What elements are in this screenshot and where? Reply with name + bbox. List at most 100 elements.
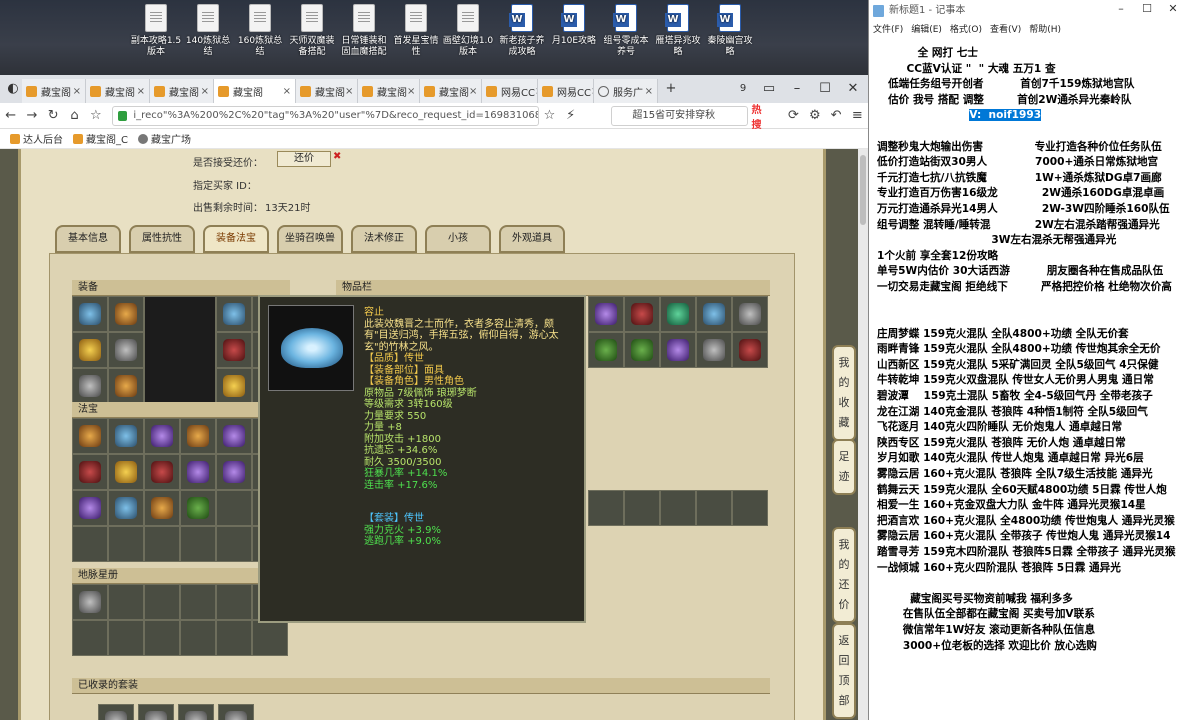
inventory-slot[interactable] [732,490,768,526]
fabao-slot[interactable] [108,490,144,526]
equip-slot[interactable] [108,332,144,368]
back-to-top-button[interactable]: 返回顶部 [832,623,856,719]
sync-icon[interactable]: ⟳ [783,108,804,123]
set-slot[interactable] [138,704,174,720]
fabao-slot[interactable] [180,418,216,454]
fabao-slot[interactable] [180,454,216,490]
desktop-icon[interactable]: 副本攻略1.5版本 [130,4,182,58]
fabao-slot[interactable] [144,454,180,490]
fabao-slot[interactable] [108,418,144,454]
tab-attributes[interactable]: 属性抗性 [129,225,195,253]
fabao-slot[interactable] [72,526,108,562]
desktop-icon[interactable]: 雁塔异兆攻略 [652,4,704,58]
fabao-slot[interactable] [72,454,108,490]
browser-tab[interactable]: 藏宝阁 × [150,79,214,103]
menu-edit[interactable]: 编辑(E) [911,22,942,36]
desktop-icon[interactable]: 140炼狱总结 [182,4,234,58]
tab-basic-info[interactable]: 基本信息 [55,225,121,253]
equip-slot[interactable] [72,296,108,332]
browser-tab[interactable]: 藏宝阁 × [296,79,358,103]
close-icon[interactable]: ✖ [333,151,341,162]
dimai-slot[interactable] [216,620,252,656]
inventory-slot[interactable] [588,332,624,368]
inventory-slot[interactable] [696,296,732,332]
set-slot[interactable] [98,704,134,720]
menu-format[interactable]: 格式(O) [950,22,982,36]
fabao-slot[interactable] [144,490,180,526]
browser-tab[interactable]: 藏宝阁 × [420,79,482,103]
fabao-slot[interactable] [72,418,108,454]
notepad-text-area[interactable]: 全 网打 七士 CC蓝V认证 " " 大魂 五万1 查 低端任务组号开创者 首创… [877,46,1183,654]
menu-icon[interactable]: ≡ [847,108,868,123]
tab-equipment[interactable]: 装备法宝 [203,225,269,253]
close-icon[interactable]: × [201,86,209,97]
desktop-icon[interactable]: 月10E攻略 [548,4,600,47]
dimai-slot[interactable] [108,584,144,620]
fabao-slot[interactable] [216,418,252,454]
tab-appearance[interactable]: 外观道具 [499,225,565,253]
menu-file[interactable]: 文件(F) [873,22,903,36]
minimize-icon[interactable]: – [1109,2,1133,15]
close-icon[interactable]: × [137,86,145,97]
desktop-icon[interactable]: 组号零成本养号 [600,4,652,58]
set-slot[interactable] [218,704,254,720]
counter-offer-button[interactable]: 还价 [277,151,331,167]
browser-tab[interactable]: 藏宝阁 × [358,79,420,103]
fabao-slot[interactable] [144,526,180,562]
desktop-icon[interactable]: 天师双魔装备搭配 [286,4,338,58]
scrollbar-thumb[interactable] [860,155,866,225]
close-icon[interactable]: × [73,86,81,97]
dimai-slot[interactable] [108,620,144,656]
bookmark-item[interactable]: 达人后台 [10,131,63,146]
set-slot[interactable] [178,704,214,720]
inventory-slot[interactable] [732,296,768,332]
tab-child[interactable]: 小孩 [425,225,491,253]
fabao-slot[interactable] [180,526,216,562]
bookmark-star-icon[interactable]: ☆ [539,108,560,123]
bookmark-item[interactable]: 藏宝阁_C [73,131,128,146]
page-scrollbar[interactable] [858,149,868,720]
bookmark-item[interactable]: 藏宝广场 [137,131,191,146]
desktop-icon[interactable]: 首发星宝情性 [390,4,442,58]
new-tab-icon[interactable]: + [658,79,684,99]
dimai-slot[interactable] [72,620,108,656]
equip-slot[interactable] [72,332,108,368]
equip-slot[interactable] [108,296,144,332]
inventory-slot[interactable] [660,332,696,368]
tab-count-badge[interactable]: 9 [730,79,756,99]
forward-icon[interactable]: → [21,108,42,123]
tab-list-icon[interactable]: ▭ [756,79,782,99]
home-icon[interactable]: ⌂ [64,108,85,123]
inventory-slot[interactable] [696,332,732,368]
inventory-slot[interactable] [588,490,624,526]
close-icon[interactable]: × [469,86,477,97]
menu-help[interactable]: 帮助(H) [1029,22,1061,36]
close-window-icon[interactable]: ✕ [840,79,866,99]
menu-view[interactable]: 查看(V) [990,22,1021,36]
desktop-icon[interactable]: 新老孩子养成攻略 [496,4,548,58]
dimai-slot[interactable] [180,620,216,656]
fabao-slot[interactable] [216,490,252,526]
dimai-slot[interactable] [72,584,108,620]
inventory-slot[interactable] [624,332,660,368]
desktop-icon[interactable]: 160炼狱总结 [234,4,286,58]
undo-icon[interactable]: ↶ [825,108,846,123]
back-icon[interactable]: ← [0,108,21,123]
inventory-slot[interactable] [588,296,624,332]
maximize-icon[interactable]: ☐ [1135,2,1159,15]
dimai-slot[interactable] [252,620,288,656]
fabao-slot[interactable] [144,418,180,454]
dimai-slot[interactable] [144,584,180,620]
footprint-button[interactable]: 足迹 [832,439,856,495]
close-icon[interactable]: × [345,86,353,97]
browser-tab[interactable]: 藏宝阁 × [22,79,86,103]
equip-slot[interactable] [72,368,108,404]
browser-tab-active[interactable]: 藏宝阁 × [214,79,296,103]
fabao-slot[interactable] [72,490,108,526]
fabao-slot[interactable] [180,490,216,526]
close-window-icon[interactable]: ✕ [1161,2,1184,15]
browser-tab[interactable]: 服务广 × [594,79,658,103]
fabao-slot[interactable] [108,454,144,490]
close-icon[interactable]: × [645,86,653,97]
tab-mounts[interactable]: 坐骑召唤兽 [277,225,343,253]
